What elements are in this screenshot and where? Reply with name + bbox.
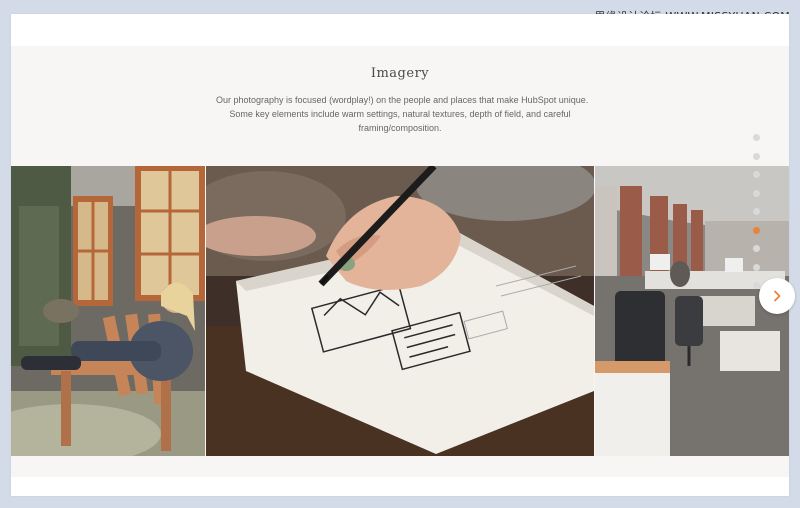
carousel-next-button[interactable]	[759, 278, 795, 314]
top-band	[11, 14, 789, 46]
photo-hand-sketching[interactable]	[206, 166, 594, 456]
carousel-dot-1[interactable]	[753, 134, 760, 141]
photo-woman-in-chair-image	[11, 166, 205, 456]
carousel-dot-2[interactable]	[753, 152, 760, 160]
photo-gallery	[11, 166, 789, 456]
carousel-dot-8[interactable]	[753, 263, 760, 271]
carousel-dot-6[interactable]	[753, 226, 760, 234]
bottom-band	[11, 477, 789, 496]
carousel-dot-7[interactable]	[753, 245, 760, 252]
description-line: framing/composition.	[358, 123, 442, 133]
description-line: Some key elements include warm settings,…	[229, 109, 571, 119]
carousel-dot-3[interactable]	[753, 171, 760, 178]
description-line: Our photography is focused (wordplay!) o…	[216, 95, 589, 105]
carousel-dots	[753, 134, 763, 301]
photo-hand-sketching-image	[206, 166, 594, 456]
section-description: Our photography is focused (wordplay!) o…	[216, 93, 589, 135]
carousel-dot-9[interactable]	[753, 282, 760, 289]
page-frame: Imagery Our photography is focused (word…	[11, 14, 789, 496]
section-title: Imagery	[370, 66, 430, 81]
carousel-dot-4[interactable]	[753, 189, 760, 197]
carousel-dot-5[interactable]	[753, 208, 760, 215]
photo-woman-in-chair[interactable]	[11, 166, 205, 456]
chevron-right-icon	[774, 290, 781, 302]
imagery-section: Imagery Our photography is focused (word…	[11, 46, 789, 477]
